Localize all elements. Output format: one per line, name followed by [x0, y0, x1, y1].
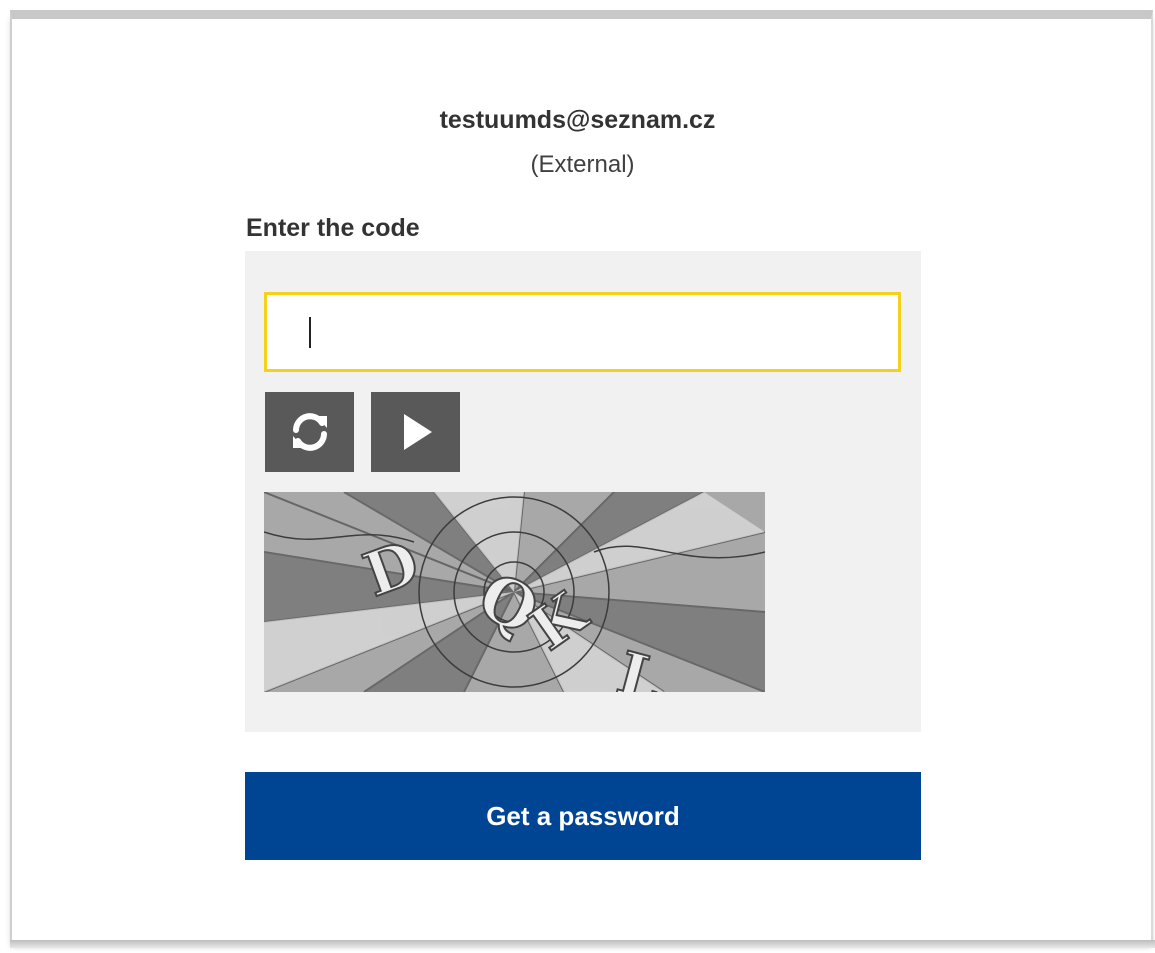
get-password-button[interactable]: Get a password [245, 772, 921, 860]
refresh-captcha-button[interactable] [265, 392, 354, 472]
text-cursor [309, 317, 311, 348]
captcha-code-input[interactable] [264, 292, 901, 372]
account-type: (External) [530, 151, 635, 178]
card-shadow [10, 940, 1155, 948]
play-audio-button[interactable] [371, 392, 460, 472]
play-audio-icon [403, 414, 432, 450]
refresh-icon [292, 413, 327, 451]
captcha-label: Enter the code [246, 214, 420, 242]
account-email: testuumds@seznam.cz [439, 106, 716, 134]
captcha-image: D Q K L [264, 492, 765, 692]
